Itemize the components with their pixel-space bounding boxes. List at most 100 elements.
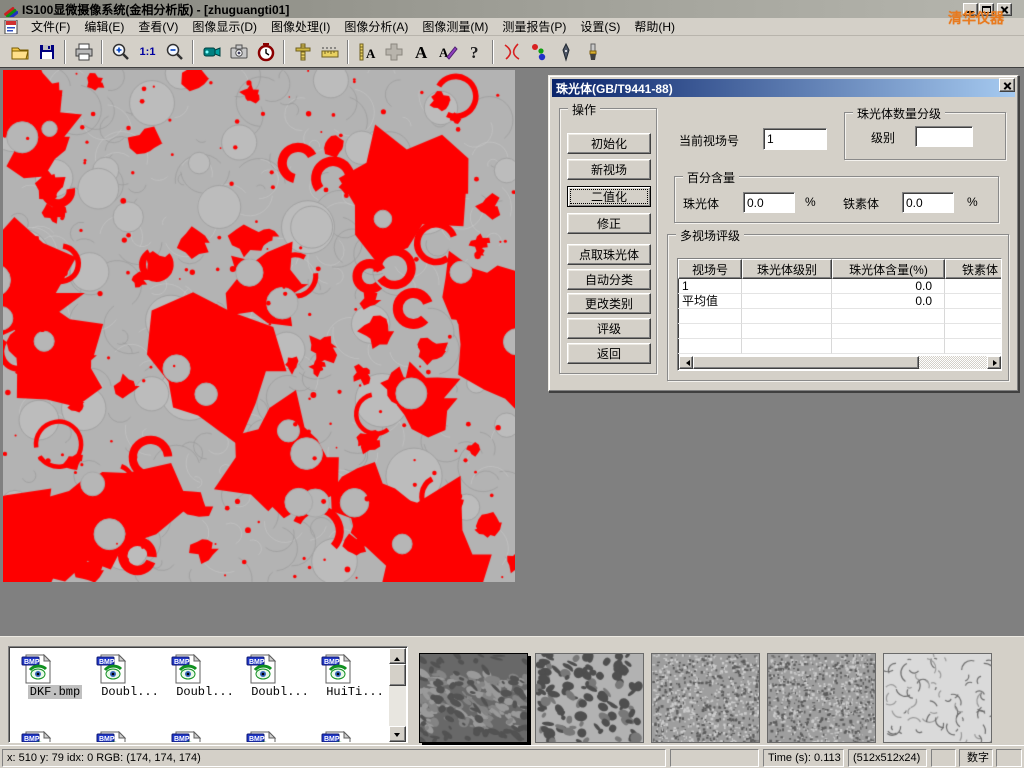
grade-input[interactable]: [915, 126, 973, 147]
operations-group-label: 操作: [568, 101, 600, 118]
pen-icon: [556, 42, 576, 62]
file-item[interactable]: BMP Doubl...: [95, 654, 165, 699]
zoom-out-button[interactable]: [161, 39, 188, 65]
auto-classify-button[interactable]: 自动分类: [567, 269, 651, 290]
caliper-measure-button[interactable]: [289, 39, 316, 65]
help-button[interactable]: ?: [461, 39, 488, 65]
file-item[interactable]: BMP Doubl...: [170, 654, 240, 699]
menu-help[interactable]: 帮助(H): [627, 17, 682, 36]
pearlite-dialog: 珠光体(GB/T9441-88) 操作 初始化 新视场 二值化 修正 点取珠光体…: [548, 75, 1019, 392]
dialog-titlebar[interactable]: 珠光体(GB/T9441-88): [552, 79, 1015, 97]
current-field-input[interactable]: [763, 128, 827, 150]
actual-size-button[interactable]: 1:1: [134, 39, 161, 65]
table-header-row: 视场号 珠光体级别 珠光体含量(%) 铁素体: [678, 259, 1001, 279]
dialog-close-button[interactable]: [999, 78, 1015, 92]
table-empty-row: [678, 309, 1001, 324]
open-folder-icon: [10, 42, 30, 62]
file-item[interactable]: BMP: [245, 731, 315, 743]
menu-image-analysis[interactable]: 图像分析(A): [337, 17, 415, 36]
open-button[interactable]: [6, 39, 33, 65]
menu-edit[interactable]: 编辑(E): [77, 17, 131, 36]
file-item[interactable]: BMP: [20, 731, 90, 743]
file-list-scrollbar[interactable]: [389, 648, 406, 742]
file-item[interactable]: BMP: [320, 731, 390, 743]
toolbar-separator: [283, 40, 285, 64]
thumbnail-1[interactable]: [419, 653, 528, 743]
menu-file[interactable]: 文件(F): [24, 17, 77, 36]
print-button[interactable]: [70, 39, 97, 65]
table-hscrollbar[interactable]: [679, 356, 1001, 369]
save-button[interactable]: [33, 39, 60, 65]
scroll-track[interactable]: [919, 356, 987, 369]
grid-tool-button[interactable]: [380, 39, 407, 65]
document-icon[interactable]: [4, 20, 20, 34]
pick-pearlite-button[interactable]: 点取珠光体: [567, 244, 651, 265]
file-item[interactable]: BMP Doubl...: [245, 654, 315, 699]
menu-settings[interactable]: 设置(S): [573, 17, 627, 36]
status-empty-3: [996, 749, 1022, 767]
thumbnail-3[interactable]: [651, 653, 760, 743]
menu-image-display[interactable]: 图像显示(D): [185, 17, 264, 36]
correct-button[interactable]: 修正: [567, 213, 651, 234]
binarize-button[interactable]: 二值化: [567, 186, 651, 207]
dialog-title: 珠光体(GB/T9441-88): [556, 80, 673, 97]
text-tool-button[interactable]: A: [407, 39, 434, 65]
photo-capture-button[interactable]: [225, 39, 252, 65]
thumbnail-4[interactable]: [767, 653, 876, 743]
measure-label-button[interactable]: A: [353, 39, 380, 65]
file-name: Doubl...: [174, 685, 236, 699]
scroll-thumb[interactable]: [389, 664, 406, 686]
file-item[interactable]: BMP: [170, 731, 240, 743]
grade-button[interactable]: 评级: [567, 318, 651, 339]
menu-view[interactable]: 查看(V): [131, 17, 185, 36]
svg-text:A: A: [415, 43, 428, 62]
menu-measure-report[interactable]: 测量报告(P): [495, 17, 573, 36]
scroll-thumb[interactable]: [693, 356, 919, 369]
annotate-tool-button[interactable]: A: [434, 39, 461, 65]
file-name: DKF.bmp: [28, 685, 82, 699]
table-row[interactable]: 1 0.0: [678, 279, 1001, 294]
col-grade: 珠光体级别: [742, 259, 832, 279]
pen-tool-button[interactable]: [552, 39, 579, 65]
scroll-down-arrow[interactable]: [389, 726, 406, 742]
menu-image-measure[interactable]: 图像测量(M): [415, 17, 495, 36]
timer-button[interactable]: [252, 39, 279, 65]
return-button[interactable]: 返回: [567, 343, 651, 364]
file-item[interactable]: BMP DKF.bmp: [20, 654, 90, 699]
file-item[interactable]: BMP: [95, 731, 165, 743]
thumbnail-2[interactable]: [535, 653, 644, 743]
scroll-right-arrow[interactable]: [987, 356, 1001, 369]
pearlite-unit: %: [805, 195, 816, 209]
new-field-button[interactable]: 新视场: [567, 159, 651, 180]
pearlite-input[interactable]: [743, 192, 795, 213]
toolbar-separator: [492, 40, 494, 64]
cell-grade: [742, 279, 832, 294]
status-time: Time (s): 0.113: [763, 749, 844, 767]
status-empty-2: [931, 749, 956, 767]
multi-field-table: 视场号 珠光体级别 珠光体含量(%) 铁素体 1 0.0 平均值 0.0: [677, 258, 1002, 371]
svg-text:?: ?: [470, 43, 479, 62]
col-field: 视场号: [678, 259, 742, 279]
ferrite-input[interactable]: [902, 192, 954, 213]
thumbnail-5[interactable]: [883, 653, 992, 743]
actual-size-icon: 1:1: [140, 46, 156, 58]
curve-tool-button[interactable]: [498, 39, 525, 65]
window-title: IS100显微摄像系统(金相分析版) - [zhuguangti01]: [22, 1, 289, 18]
curve-icon: [502, 42, 522, 62]
zoom-in-button[interactable]: [107, 39, 134, 65]
scroll-up-arrow[interactable]: [389, 648, 406, 664]
ruler-measure-button[interactable]: [316, 39, 343, 65]
video-capture-button[interactable]: [198, 39, 225, 65]
scroll-left-arrow[interactable]: [679, 356, 693, 369]
init-button[interactable]: 初始化: [567, 133, 651, 154]
table-row[interactable]: 平均值 0.0: [678, 294, 1001, 309]
brush-tool-button[interactable]: [579, 39, 606, 65]
cell-pearlite: 0.0: [832, 279, 945, 294]
file-item[interactable]: BMP HuiTi...: [320, 654, 390, 699]
grid-cross-icon: [384, 42, 404, 62]
cell-field: 平均值: [678, 294, 742, 309]
change-class-button[interactable]: 更改类别: [567, 293, 651, 314]
micrograph-image[interactable]: [3, 70, 515, 582]
phase-tool-button[interactable]: [525, 39, 552, 65]
menu-image-process[interactable]: 图像处理(I): [264, 17, 337, 36]
